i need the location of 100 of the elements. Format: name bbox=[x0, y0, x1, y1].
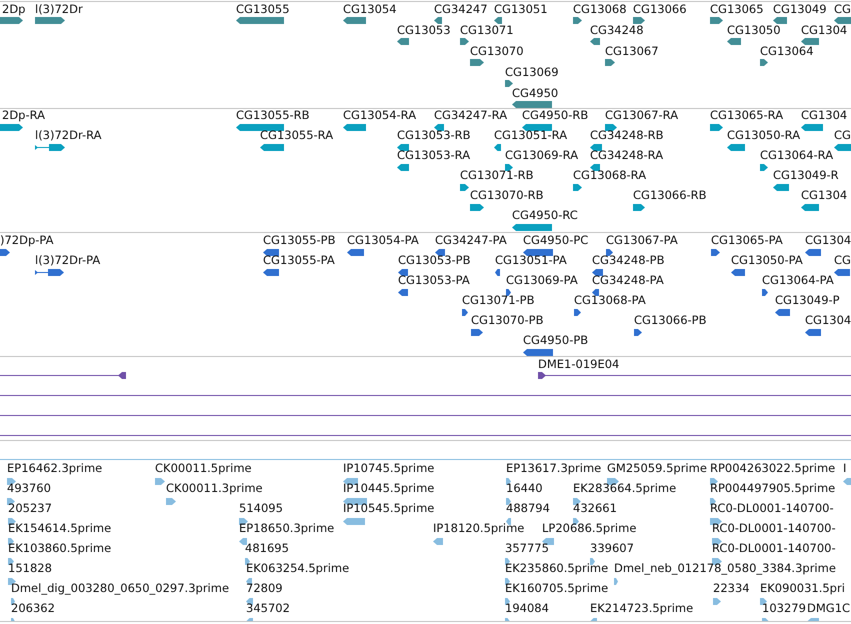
feature-label: CG13053-RB bbox=[397, 129, 471, 142]
feature-label: CG13065 bbox=[710, 3, 764, 16]
feature-label: l(3)72Dr-PA bbox=[35, 254, 100, 267]
feature-label: EK103860.5prime bbox=[8, 542, 112, 555]
feature-label: EK160705.5prime bbox=[505, 582, 608, 595]
feature-label: CG13064 bbox=[760, 45, 814, 58]
feature-label: CG34247-RA bbox=[434, 109, 508, 122]
feature-label: CG13071 bbox=[460, 24, 514, 37]
feature-label: CG13053 bbox=[397, 24, 451, 37]
feature-label: Dmel_dig_003280_0650_0297.3prime bbox=[11, 582, 230, 595]
feature-label: 72809 bbox=[246, 582, 283, 595]
feature-label: 16440 bbox=[506, 482, 543, 495]
feature-label: 194084 bbox=[505, 602, 549, 615]
feature-label: CG13068-PA bbox=[574, 294, 646, 307]
feature-label: RP004497905.5prime bbox=[710, 482, 836, 495]
feature-label: CK00011.5prime bbox=[155, 462, 252, 475]
feature-label: CG13065-RA bbox=[710, 109, 784, 122]
feature-label: CG13066 bbox=[633, 3, 687, 16]
feature-label: CG13050 bbox=[727, 24, 781, 37]
feature-label: CG13069-PA bbox=[506, 274, 578, 287]
feature-label: CG13065-PA bbox=[711, 234, 783, 247]
feature-label: CG13055 bbox=[236, 3, 290, 16]
feature-label: I bbox=[843, 462, 846, 475]
feature-label: CG13053-RA bbox=[397, 149, 470, 162]
feature-label: CG1304 bbox=[805, 314, 851, 327]
feature-label: CG4950-PC bbox=[523, 234, 588, 247]
feature-label: CG4950-PB bbox=[523, 334, 588, 347]
feature-label: CG13071-RB bbox=[460, 169, 534, 182]
feature-label: CG13068-RA bbox=[573, 169, 646, 182]
feature-label: CG13051-PA bbox=[495, 254, 567, 267]
feature-label: EK154614.5prime bbox=[8, 522, 112, 535]
feature-label: CG13064-RA bbox=[760, 149, 834, 162]
feature-label: CK00011.3prime bbox=[166, 482, 263, 495]
feature-label: CG13069-RA bbox=[505, 149, 578, 162]
feature-label: EP16462.3prime bbox=[7, 462, 102, 475]
feature-label: CG34248-RA bbox=[590, 149, 664, 162]
feature-label: 103279 bbox=[762, 602, 806, 615]
feature-label: LP20686.5prime bbox=[542, 522, 636, 535]
feature-label: 357775 bbox=[505, 542, 549, 555]
feature-label: CG13053-PB bbox=[398, 254, 470, 267]
feature-label: 339607 bbox=[590, 542, 634, 555]
feature-label: CG13064-PA bbox=[762, 274, 834, 287]
feature-label: CG13051 bbox=[494, 3, 548, 16]
feature-label: CG13069 bbox=[505, 66, 559, 79]
feature-label: CG13049-R bbox=[773, 169, 839, 182]
feature-label: DMG1C bbox=[807, 602, 850, 615]
feature-label: RC0-DL0001-140700- bbox=[712, 542, 836, 555]
feature-label: EK214723.5prime bbox=[590, 602, 694, 615]
feature-label: CG13054-RA bbox=[343, 109, 416, 122]
feature-label: 493760 bbox=[7, 482, 51, 495]
feature-label: CG34248-RB bbox=[590, 129, 664, 142]
feature-label: Dmel_neb_012178_0580_3384.3prime bbox=[614, 562, 836, 575]
feature-label: GM25059.5prime bbox=[607, 462, 707, 475]
feature-label: 206362 bbox=[11, 602, 55, 615]
feature-label: CG34248-PB bbox=[592, 254, 664, 267]
feature-label: CG13055-PB bbox=[263, 234, 336, 247]
feature-label: CG34248 bbox=[590, 24, 644, 37]
feature-label: CG4950-RC bbox=[512, 209, 578, 222]
feature-label: 205237 bbox=[8, 502, 52, 515]
feature-label: CG34247 bbox=[434, 3, 488, 16]
feature-label: )72Dp-PA bbox=[0, 234, 54, 247]
feature-label: CG13070 bbox=[470, 45, 524, 58]
feature-label: IP10545.5prime bbox=[343, 502, 434, 515]
feature-label: CG4950-RB bbox=[522, 109, 588, 122]
feature-label: EK235860.5prime bbox=[505, 562, 608, 575]
feature-label: CG4950 bbox=[512, 87, 558, 100]
clone-label: DME1-019E04 bbox=[538, 358, 620, 371]
feature-label: CG13055-PA bbox=[263, 254, 335, 267]
feature-label: RC0-DL0001-140700- bbox=[712, 522, 836, 535]
feature-label: CG34247-PA bbox=[435, 234, 507, 247]
feature-label: 514095 bbox=[239, 502, 283, 515]
feature-label: EK283664.5prime bbox=[573, 482, 676, 495]
feature-label: CG13066-RB bbox=[633, 189, 707, 202]
feature-label: 432661 bbox=[573, 502, 617, 515]
feature-label: IP10745.5prime bbox=[343, 462, 434, 475]
feature-label: CG13049 bbox=[773, 3, 827, 16]
feature-label: CG bbox=[834, 3, 851, 16]
feature-label: 345702 bbox=[246, 602, 290, 615]
feature-label: 481695 bbox=[245, 542, 289, 555]
feature-label: CG13067-PA bbox=[606, 234, 678, 247]
feature-label: CG1304 bbox=[801, 189, 848, 202]
feature-label: CG bbox=[834, 129, 851, 142]
feature-label: CG34248-PA bbox=[592, 274, 664, 287]
feature-label: EK063254.5prime bbox=[246, 562, 350, 575]
feature-label: CG13049-P bbox=[775, 294, 840, 307]
feature-label: 488794 bbox=[506, 502, 550, 515]
feature-label: CG bbox=[834, 254, 851, 267]
feature-label: CG13066-PB bbox=[634, 314, 706, 327]
feature-label: IP10445.5prime bbox=[343, 482, 434, 495]
feature-label: CG13051-RA bbox=[494, 129, 568, 142]
feature-label: CG13055-RB bbox=[236, 109, 310, 122]
feature-label: 2Dp bbox=[2, 3, 26, 16]
feature-label: CG13067-RA bbox=[605, 109, 678, 122]
feature-label: CG13054 bbox=[343, 3, 397, 16]
feature-label: CG1304 bbox=[805, 234, 851, 247]
feature-label: RC0-DL0001-140700- bbox=[710, 502, 834, 515]
feature-label: CG13050-RA bbox=[727, 129, 800, 142]
feature-label: EP18650.3prime bbox=[239, 522, 334, 535]
feature-label: IP18120.5prime bbox=[433, 522, 524, 535]
feature-label: CG13050-PA bbox=[731, 254, 803, 267]
